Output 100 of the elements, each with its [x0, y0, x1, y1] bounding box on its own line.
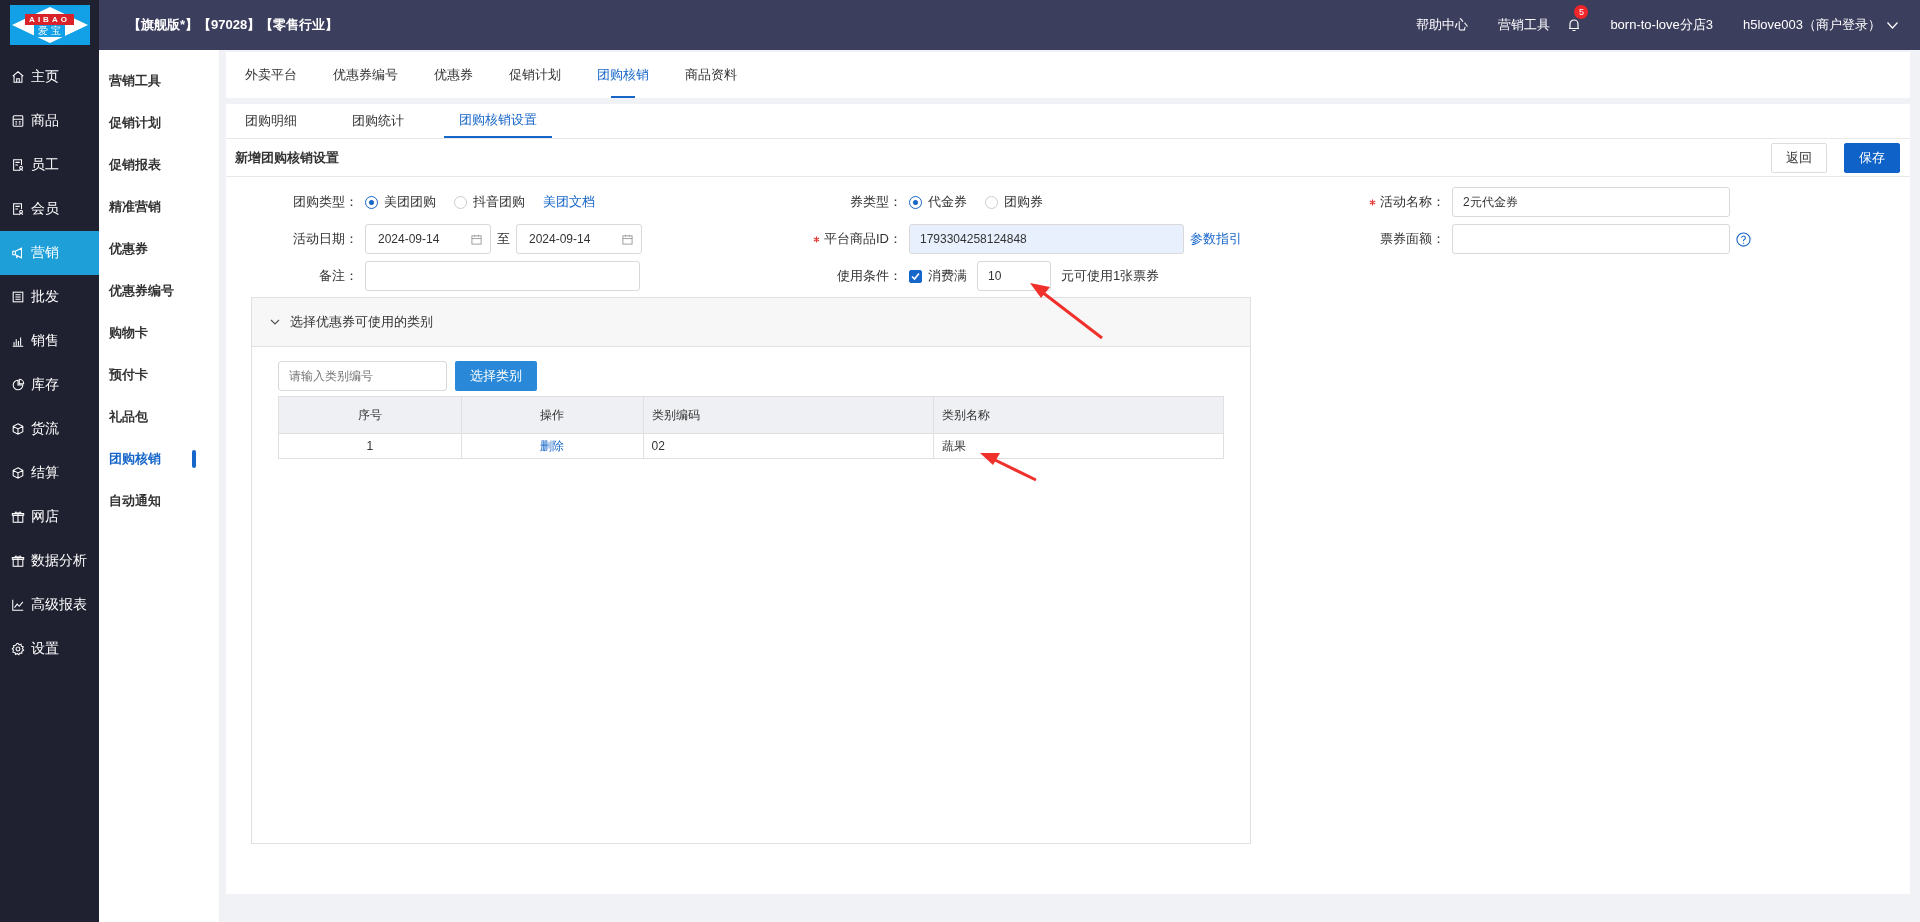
nav-item[interactable]: 员工	[0, 143, 99, 187]
nav-item[interactable]: 销售	[0, 319, 99, 363]
save-button[interactable]: 保存	[1844, 142, 1900, 173]
date-field[interactable]: 2024-09-14	[516, 224, 642, 254]
bell-icon[interactable]	[1568, 18, 1581, 32]
column-header: 操作	[461, 396, 644, 434]
delete-link[interactable]: 删除	[540, 438, 565, 453]
chevron-down-icon[interactable]	[270, 317, 280, 327]
document-person-icon	[11, 202, 25, 216]
date-field[interactable]: 2024-09-14	[365, 224, 491, 254]
table-cell: 02	[643, 433, 934, 459]
header-title: 【旗舰版*】【97028】【零售行业】	[128, 16, 339, 34]
subnav-item[interactable]: 优惠券	[99, 228, 219, 270]
cube-icon	[11, 466, 25, 480]
column-header: 类别名称	[933, 396, 1224, 434]
nav-item[interactable]: 结算	[0, 451, 99, 495]
field-label: 团购类型：	[293, 193, 358, 211]
input-field[interactable]	[1452, 224, 1730, 254]
tab[interactable]: 外卖平台	[245, 52, 297, 98]
nav-item[interactable]: 高级报表	[0, 583, 99, 627]
cube-icon	[11, 422, 25, 436]
document-person-icon	[11, 158, 25, 172]
radio-label[interactable]: 团购券	[1004, 193, 1043, 211]
nav-item[interactable]: 主页	[0, 55, 99, 99]
input-field[interactable]: 2元代金券	[1452, 187, 1730, 217]
radio-label[interactable]: 抖音团购	[473, 193, 525, 211]
field-label: 票券面额：	[1380, 230, 1445, 248]
tab[interactable]: 团购核销	[597, 52, 649, 98]
calendar-icon	[622, 233, 633, 245]
notification-badge: 5	[1574, 5, 1589, 19]
chevron-down-icon[interactable]	[1887, 21, 1898, 29]
calculator-icon	[11, 114, 25, 128]
active-indicator	[192, 450, 196, 468]
calendar-icon	[471, 233, 482, 245]
guide-link[interactable]: 参数指引	[1190, 230, 1242, 248]
input-field[interactable]: 10	[977, 261, 1051, 291]
settings-icon	[11, 642, 25, 656]
logo-text: AIBAO	[25, 13, 74, 25]
nav-item[interactable]: 批发	[0, 275, 99, 319]
subnav-item[interactable]: 自动通知	[99, 480, 219, 522]
range-separator: 至	[497, 230, 510, 248]
help-icon[interactable]	[1736, 231, 1751, 247]
subnav-item[interactable]: 团购核销	[99, 438, 219, 480]
select-category-button[interactable]: 选择类别	[455, 361, 537, 391]
field-label: 使用条件：	[837, 267, 902, 285]
nav-item[interactable]: 会员	[0, 187, 99, 231]
line-chart-icon	[11, 598, 25, 612]
radio-label[interactable]: 美团团购	[384, 193, 436, 211]
nav-item[interactable]: 货流	[0, 407, 99, 451]
doc-link[interactable]: 美团文档	[543, 193, 595, 211]
panel-header[interactable]: 选择优惠券可使用的类别	[252, 298, 1250, 347]
subnav-item[interactable]: 促销报表	[99, 144, 219, 186]
list-icon	[11, 290, 25, 304]
search-field[interactable]: 请输入类别编号	[278, 361, 447, 391]
subnav-item[interactable]: 促销计划	[99, 102, 219, 144]
user-name[interactable]: h5love003（商户登录）	[1743, 16, 1881, 34]
nav-item[interactable]: 设置	[0, 627, 99, 671]
tab[interactable]: 促销计划	[509, 52, 561, 98]
tab[interactable]: 商品资料	[685, 52, 737, 98]
radio-label[interactable]: 代金券	[928, 193, 967, 211]
annotation-arrow	[980, 453, 1037, 482]
back-button[interactable]: 返回	[1771, 142, 1827, 173]
panel-title: 选择优惠券可使用的类别	[290, 313, 433, 331]
field-label: 平台商品ID：	[824, 230, 902, 248]
tab[interactable]: 团购统计	[337, 104, 419, 138]
tab[interactable]: 优惠券	[434, 52, 473, 98]
nav-item[interactable]: 网店	[0, 495, 99, 539]
nav-item[interactable]: 数据分析	[0, 539, 99, 583]
checkbox-label[interactable]: 消费满	[928, 267, 967, 285]
subnav-item[interactable]: 礼品包	[99, 396, 219, 438]
gift-icon	[11, 510, 25, 524]
input-field[interactable]	[365, 261, 640, 291]
field-label: 备注：	[319, 267, 358, 285]
subnav-item[interactable]: 优惠券编号	[99, 270, 219, 312]
form-title: 新增团购核销设置	[235, 148, 339, 167]
subnav-item[interactable]: 精准营销	[99, 186, 219, 228]
tab[interactable]: 团购核销设置	[444, 104, 552, 138]
column-header: 序号	[278, 396, 462, 434]
header-link[interactable]: 营销工具	[1498, 16, 1551, 34]
field-label: 券类型：	[850, 193, 902, 211]
input-field[interactable]: 1793304258124848	[909, 224, 1184, 254]
table-cell: 1	[278, 433, 462, 459]
subnav-item[interactable]: 营销工具	[99, 60, 219, 102]
field-label: 活动日期：	[293, 230, 358, 248]
header-link[interactable]: 帮助中心	[1416, 16, 1469, 34]
nav-item[interactable]: 库存	[0, 363, 99, 407]
home-icon	[11, 70, 25, 84]
nav-item[interactable]: 商品	[0, 99, 99, 143]
column-header: 类别编码	[643, 396, 934, 434]
field-label: 活动名称：	[1380, 193, 1445, 211]
subnav-item[interactable]: 预付卡	[99, 354, 219, 396]
megaphone-icon	[11, 246, 25, 260]
checkbox[interactable]	[909, 269, 922, 283]
store-name[interactable]: born-to-love分店3	[1610, 16, 1713, 34]
condition-suffix: 元可使用1张票券	[1061, 267, 1160, 285]
subnav-item[interactable]: 购物卡	[99, 312, 219, 354]
tab[interactable]: 团购明细	[230, 104, 312, 138]
pie-chart-icon	[11, 378, 25, 392]
gift-icon	[11, 554, 25, 568]
tab[interactable]: 优惠券编号	[333, 52, 398, 98]
